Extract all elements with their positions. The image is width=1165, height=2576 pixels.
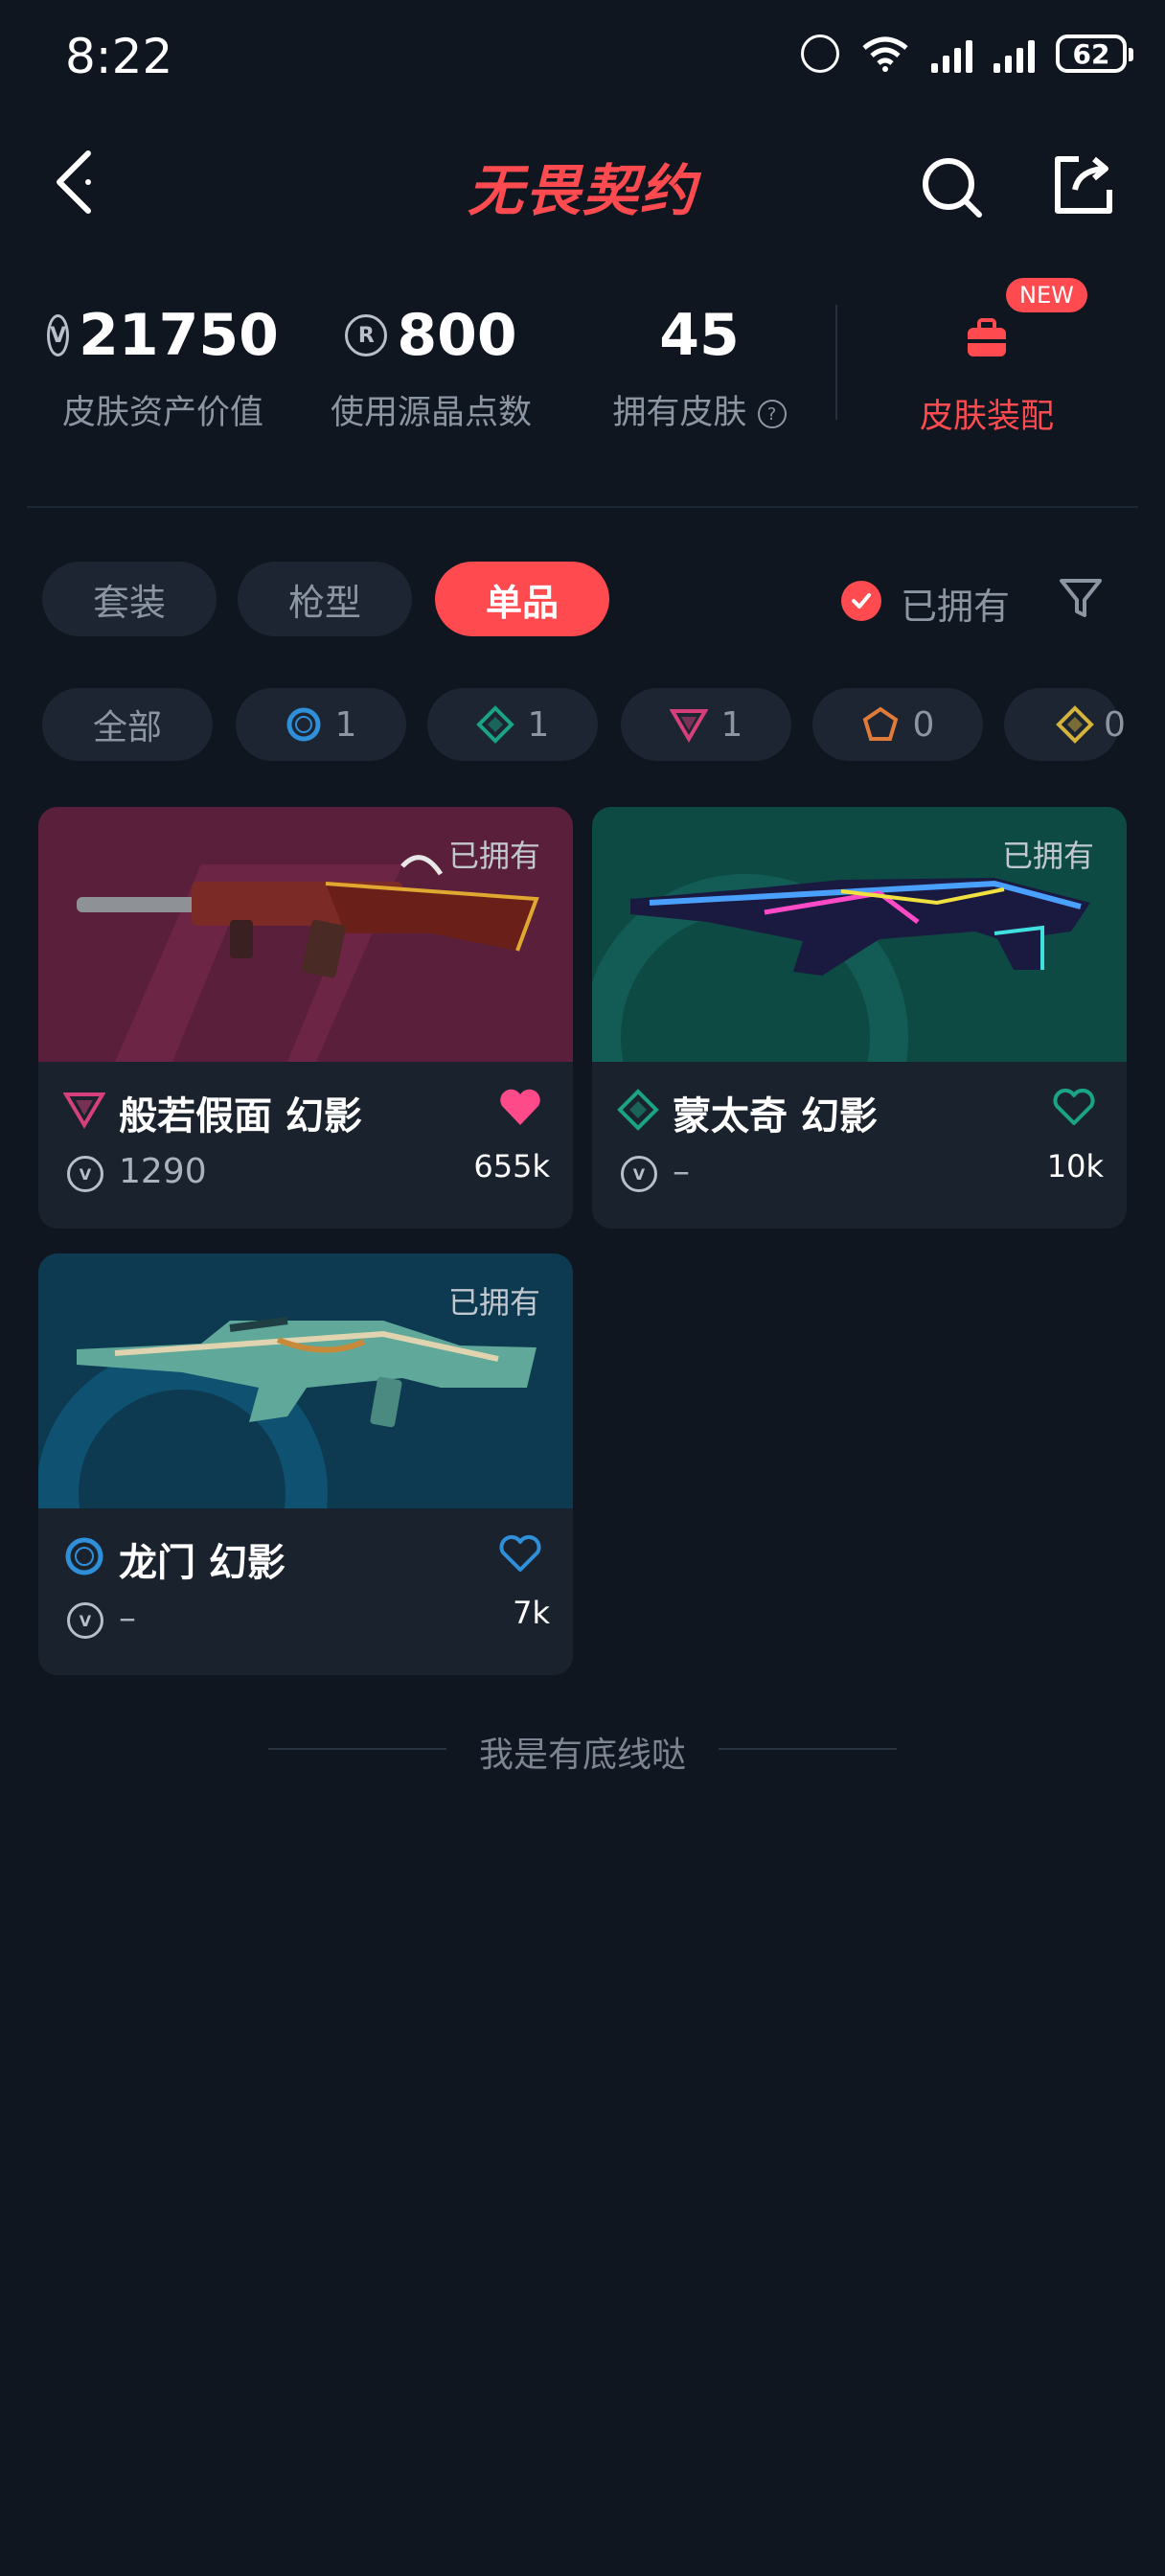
radianite-icon: R <box>345 314 388 356</box>
radianite-label: 使用源晶点数 <box>330 394 532 432</box>
skin-price: – <box>119 1598 136 1638</box>
new-badge: NEW <box>1006 278 1087 312</box>
pentagon-tier-icon <box>862 706 898 741</box>
like-count: 655k <box>473 1148 550 1184</box>
heart-outline-icon[interactable] <box>498 1533 542 1574</box>
like-count: 10k <box>1046 1148 1104 1184</box>
square-tier-icon <box>1056 705 1094 744</box>
section-divider <box>27 506 1138 508</box>
rarity-count: 1 <box>527 704 550 745</box>
rarity-count: 0 <box>1104 704 1126 745</box>
filter-icon[interactable] <box>1058 575 1104 621</box>
data-saver-icon <box>801 34 839 73</box>
rarity-chip-select[interactable]: 1 <box>236 688 406 761</box>
like-count: 7k <box>513 1595 550 1631</box>
rarity-chip-premium[interactable]: 1 <box>621 688 791 761</box>
stat-divider <box>835 305 837 420</box>
signal-icon-2 <box>994 34 1035 73</box>
skin-price: 1290 <box>119 1152 207 1191</box>
loadout-label: 皮肤装配 <box>919 398 1054 436</box>
skin-name: 龙门 幻影 <box>119 1541 286 1585</box>
tab-weapon-type[interactable]: 枪型 <box>238 562 412 636</box>
owned-skins-value: 45 <box>659 302 740 369</box>
owned-skins-label: 拥有皮肤 <box>612 394 747 432</box>
rarity-chip-deluxe[interactable]: 1 <box>427 688 598 761</box>
vp-coin-icon: V <box>67 1602 103 1639</box>
owned-label: 已拥有 <box>447 838 540 874</box>
list-end-text: 我是有底线哒 <box>478 1736 686 1775</box>
skin-card[interactable]: 已拥有 蒙太奇 幻影 V – 10k <box>592 807 1127 1229</box>
skin-name: 蒙太奇 幻影 <box>673 1094 878 1138</box>
battery-level: 62 <box>1072 37 1110 70</box>
asset-value-label: 皮肤资产价值 <box>61 394 263 432</box>
rarity-chip-all[interactable]: 全部 <box>42 688 213 761</box>
rarity-chip-exclusive[interactable]: 0 <box>812 688 983 761</box>
backpack-icon <box>968 318 1006 356</box>
battery-icon: 62 <box>1056 34 1133 73</box>
owned-label: 已拥有 <box>1001 838 1094 874</box>
signal-icon <box>931 34 972 73</box>
help-icon[interactable]: ? <box>757 400 787 428</box>
vp-coin-icon: V <box>47 314 70 356</box>
skin-price: – <box>673 1152 690 1191</box>
vp-coin-icon: V <box>67 1156 103 1192</box>
stat-asset-value: V 21750 皮肤资产价值 <box>47 297 279 434</box>
owned-filter-label[interactable]: 已拥有 <box>901 577 1010 630</box>
skin-loadout-button[interactable]: NEW 皮肤装配 <box>881 278 1092 438</box>
rarity-count: 0 <box>912 704 935 745</box>
status-icons: 62 <box>801 34 1133 73</box>
skin-card[interactable]: 已拥有 龙门 幻影 V – 7k <box>38 1254 573 1675</box>
status-time: 8:22 <box>65 29 173 84</box>
asset-value: 21750 <box>79 302 279 369</box>
heart-filled-icon[interactable] <box>498 1087 542 1127</box>
skin-name: 般若假面 幻影 <box>119 1094 362 1138</box>
stat-owned-skins[interactable]: 45 拥有皮肤 ? <box>594 297 805 434</box>
tab-single-items[interactable]: 单品 <box>435 562 609 636</box>
diamond-tier-icon <box>475 705 514 744</box>
vp-coin-icon: V <box>621 1156 657 1192</box>
triangle-tier-icon <box>669 709 708 743</box>
tab-bundles[interactable]: 套装 <box>42 562 217 636</box>
radianite-value: 800 <box>397 302 517 369</box>
skin-card[interactable]: 已拥有 般若假面 幻影 V 1290 655k <box>38 807 573 1229</box>
circle-tier-icon <box>65 1537 103 1576</box>
rarity-count: 1 <box>720 704 743 745</box>
wifi-icon <box>862 36 908 72</box>
circle-tier-icon <box>286 707 321 742</box>
search-icon[interactable] <box>918 153 985 220</box>
heart-outline-icon[interactable] <box>1052 1087 1096 1127</box>
diamond-tier-icon <box>617 1089 659 1131</box>
rarity-chip-ultra[interactable]: 0 <box>1004 688 1126 761</box>
owned-checkbox[interactable] <box>841 581 881 621</box>
stat-radianite: R 800 使用源晶点数 <box>316 297 546 434</box>
check-icon <box>852 593 871 609</box>
triangle-tier-icon <box>63 1092 105 1129</box>
rarity-count: 1 <box>334 704 357 745</box>
rarity-chip-label: 全部 <box>92 708 162 748</box>
app-title: 无畏契约 <box>467 158 697 223</box>
owned-label: 已拥有 <box>447 1284 540 1321</box>
share-icon[interactable] <box>1050 151 1117 218</box>
